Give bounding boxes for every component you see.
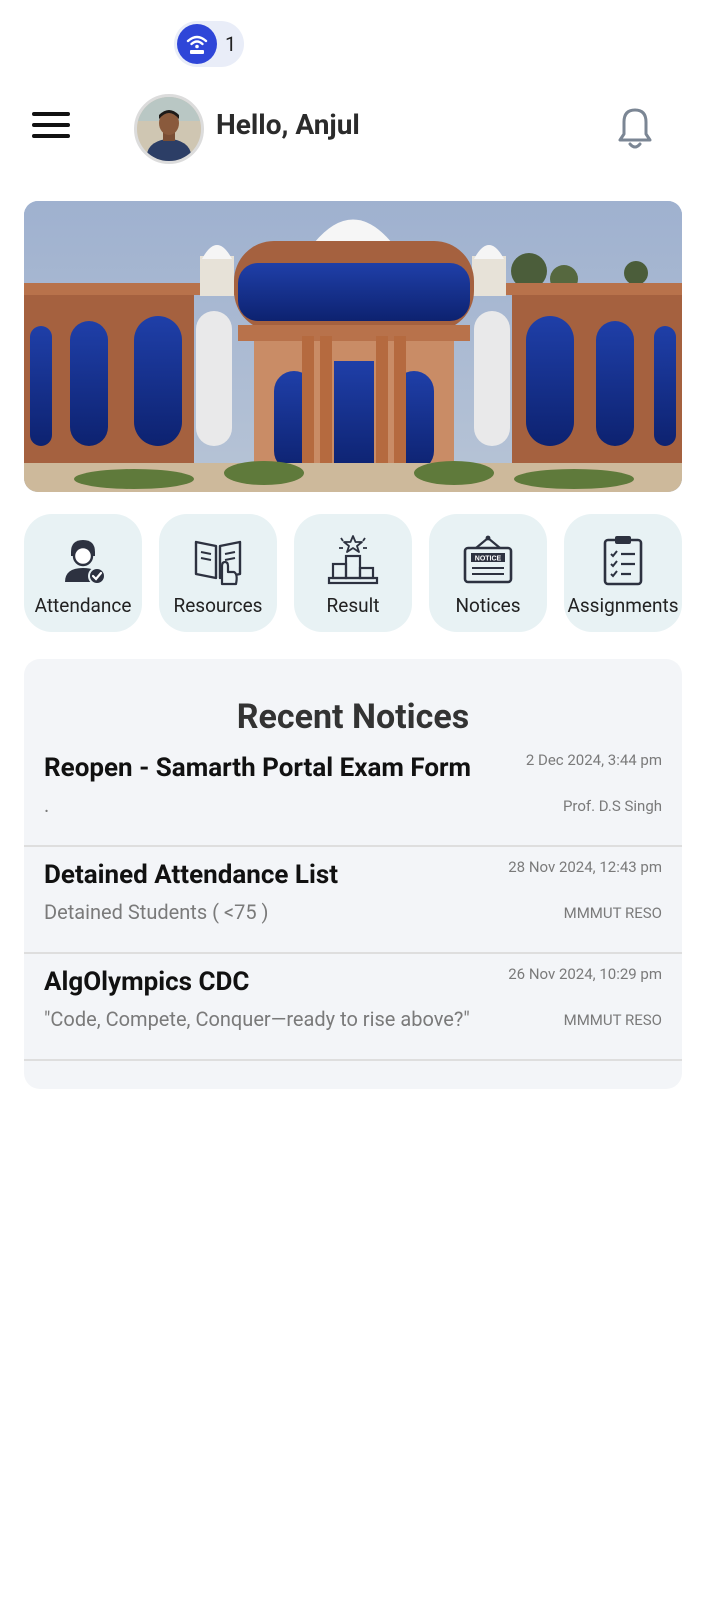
quick-action-notices[interactable]: NOTICE Notices <box>429 514 547 632</box>
quick-action-label: Notices <box>455 594 521 617</box>
quick-action-attendance[interactable]: Attendance <box>24 514 142 632</box>
podium-icon <box>327 534 379 586</box>
quick-action-label: Result <box>326 594 380 617</box>
avatar[interactable] <box>134 94 204 164</box>
quick-action-resources[interactable]: Resources <box>159 514 277 632</box>
svg-text:NOTICE: NOTICE <box>475 556 502 563</box>
campus-banner-image <box>24 201 682 492</box>
recent-notices-card: Recent Notices Reopen - Samarth Portal E… <box>24 659 682 1089</box>
quick-action-label: Resources <box>173 594 263 617</box>
notice-item[interactable]: Detained Attendance List Detained Studen… <box>24 846 682 954</box>
hotspot-status-pill[interactable]: 1 <box>174 21 244 67</box>
notice-author: Prof. D.S Singh <box>562 797 662 815</box>
quick-actions-row: Attendance Resources Result NOTICE Notic… <box>24 514 682 632</box>
notification-count: 1 <box>225 32 237 56</box>
notice-title: AlgOlympics CDC <box>44 967 250 997</box>
quick-action-label: Attendance <box>34 594 132 617</box>
hamburger-menu-icon[interactable] <box>32 112 70 142</box>
notice-subtitle: Detained Students ( <75 ) <box>44 900 269 924</box>
notice-author: MMMUT RESO <box>563 904 662 922</box>
wifi-icon <box>177 24 217 64</box>
notice-date: 26 Nov 2024, 10:29 pm <box>508 965 662 983</box>
notice-date: 28 Nov 2024, 12:43 pm <box>508 858 662 876</box>
notice-title: Detained Attendance List <box>44 860 338 890</box>
notice-subtitle: . <box>44 793 50 817</box>
quick-action-result[interactable]: Result <box>294 514 412 632</box>
book-icon <box>192 534 244 586</box>
notice-date: 2 Dec 2024, 3:44 pm <box>525 751 662 769</box>
notice-board-icon: NOTICE <box>462 534 514 586</box>
quick-action-label: Assignments <box>567 594 679 617</box>
clipboard-icon <box>597 534 649 586</box>
bell-icon[interactable] <box>612 102 658 152</box>
attendance-icon <box>57 534 109 586</box>
notice-author: MMMUT RESO <box>563 1011 662 1029</box>
greeting-text: Hello, Anjul <box>216 108 360 141</box>
quick-action-assignments[interactable]: Assignments <box>564 514 682 632</box>
notice-item[interactable]: Reopen - Samarth Portal Exam Form . 2 De… <box>24 739 682 847</box>
recent-notices-title: Recent Notices <box>236 697 470 737</box>
notice-title: Reopen - Samarth Portal Exam Form <box>44 753 472 783</box>
notice-item[interactable]: AlgOlympics CDC "Code, Compete, Conquer—… <box>24 953 682 1061</box>
notice-subtitle: "Code, Compete, Conquer—ready to rise ab… <box>44 1007 470 1031</box>
